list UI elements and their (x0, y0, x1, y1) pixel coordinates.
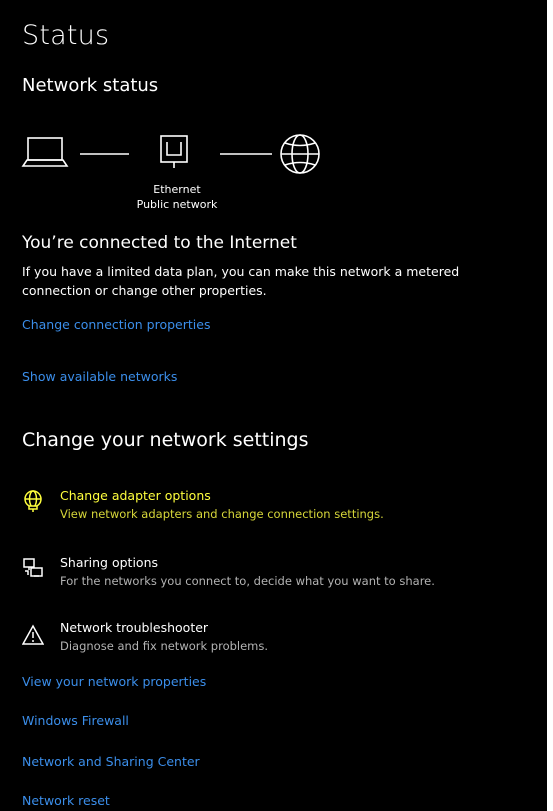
option-description: View network adapters and change connect… (60, 507, 384, 521)
ethernet-label: Ethernet Public network (112, 182, 242, 212)
network-sharing-center-link[interactable]: Network and Sharing Center (22, 754, 200, 769)
connection-type: Ethernet (153, 183, 201, 196)
option-title: Change adapter options (60, 488, 211, 503)
sharing-options-button[interactable]: Sharing options For the networks you con… (22, 555, 542, 595)
connection-status-title: You’re connected to the Internet (22, 233, 297, 253)
option-title: Network troubleshooter (60, 620, 209, 635)
change-connection-properties-link[interactable]: Change connection properties (22, 317, 210, 332)
change-settings-heading: Change your network settings (22, 429, 309, 451)
view-network-properties-link[interactable]: View your network properties (22, 674, 206, 689)
warning-triangle-icon (22, 624, 44, 645)
adapter-globe-icon (24, 490, 42, 512)
settings-window: Status Network status Ethernet Public ne… (0, 0, 547, 811)
network-reset-link[interactable]: Network reset (22, 793, 110, 808)
connection-status-description: If you have a limited data plan, you can… (22, 264, 460, 298)
window-border (547, 0, 553, 811)
globe-icon (280, 134, 320, 174)
option-title: Sharing options (60, 555, 158, 570)
change-adapter-options-button[interactable]: Change adapter options View network adap… (22, 488, 542, 528)
network-diagram: Ethernet Public network (21, 128, 342, 218)
ethernet-icon (160, 135, 188, 168)
show-available-networks-link[interactable]: Show available networks (22, 369, 177, 384)
network-diagram-graphic (21, 134, 320, 174)
sharing-icon (23, 558, 43, 577)
laptop-icon (21, 137, 69, 167)
windows-firewall-link[interactable]: Windows Firewall (22, 713, 129, 728)
option-description: Diagnose and fix network problems. (60, 639, 269, 653)
network-profile: Public network (136, 198, 218, 211)
page-title: Status (22, 20, 110, 51)
network-status-heading: Network status (22, 75, 159, 96)
network-troubleshooter-button[interactable]: Network troubleshooter Diagnose and fix … (22, 620, 542, 660)
option-description: For the networks you connect to, decide … (60, 574, 435, 588)
